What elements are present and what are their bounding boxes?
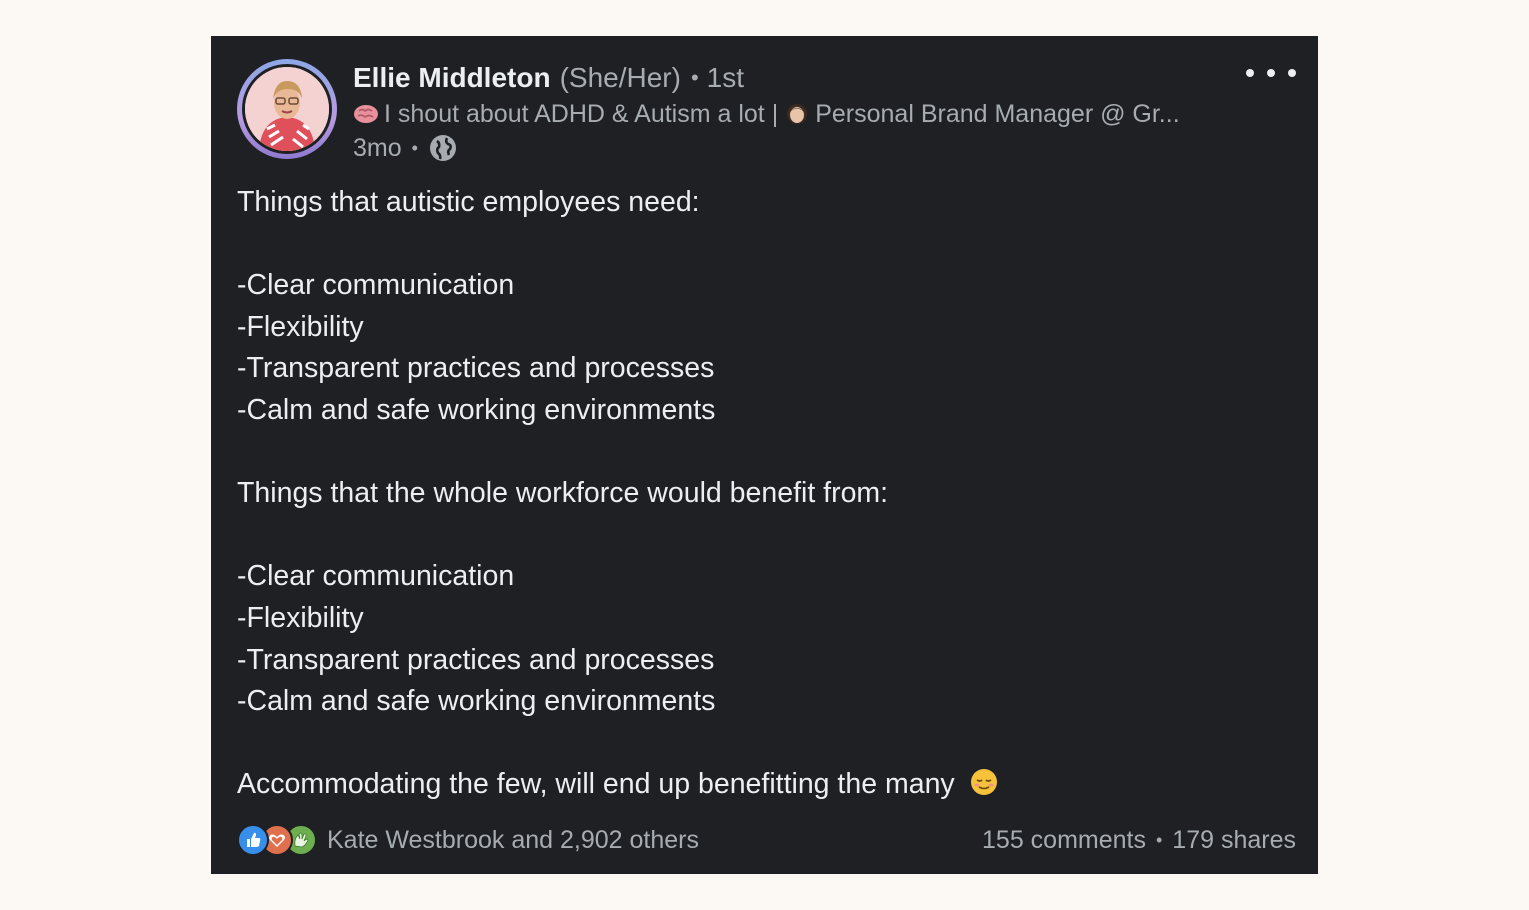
post-line: -Transparent practices and processes [237, 643, 715, 676]
separator-dot: • [411, 137, 418, 158]
author-pronouns: (She/Her) [559, 62, 681, 93]
relieved-face-emoji-icon [970, 769, 997, 796]
reactors-text: Kate Westbrook and 2,902 others [327, 825, 699, 854]
separator-dot: • [690, 65, 699, 90]
post-line [237, 224, 1297, 266]
post-line: -Calm and safe working environments [237, 685, 716, 718]
post-card: Ellie Middleton (She/Her) • 1st I shout … [211, 36, 1318, 874]
post-body: Things that autistic employees need: -Cl… [237, 182, 1297, 806]
post-line: Accommodating the few, will end up benef… [237, 768, 955, 801]
like-icon [237, 824, 269, 856]
post-line: Things that autistic employees need: [237, 186, 700, 218]
brain-emoji-icon [354, 105, 378, 123]
author-line: Ellie Middleton (She/Her) • 1st [353, 58, 744, 98]
more-options-button[interactable] [1246, 62, 1296, 84]
reaction-icons [237, 822, 321, 858]
post-line: -Flexibility [237, 601, 364, 634]
post-line: -Clear communication [237, 269, 515, 302]
connection-degree: 1st [706, 62, 744, 93]
post-line: Things that the whole workforce would be… [237, 477, 889, 510]
post-line [237, 723, 1297, 765]
woman-emoji-icon [787, 104, 808, 124]
avatar-photo [245, 67, 329, 151]
post-line: -Flexibility [237, 310, 364, 343]
shares-count-link[interactable]: 179 shares [1172, 826, 1296, 855]
post-final-line: Accommodating the few, will end up benef… [237, 764, 1297, 806]
post-line [237, 515, 1297, 557]
post-time: 3mo [353, 133, 402, 162]
comments-count-link[interactable]: 155 comments [982, 826, 1146, 855]
reactions-summary[interactable]: Kate Westbrook and 2,902 others [237, 820, 699, 860]
separator-dot: • [1155, 829, 1163, 850]
post-meta: 3mo • [353, 132, 458, 164]
globe-icon [429, 135, 456, 161]
more-dot-icon [1288, 69, 1296, 77]
more-dot-icon [1267, 69, 1275, 77]
avatar-portrait-icon [245, 67, 329, 151]
author-name[interactable]: Ellie Middleton [353, 62, 551, 94]
author-avatar[interactable] [237, 59, 337, 159]
engagement-counts: 155 comments • 179 shares [982, 820, 1296, 860]
post-line: -Transparent practices and processes [237, 352, 715, 385]
headline-role: Personal Brand Manager @ Gr... [815, 99, 1180, 128]
post-line [237, 432, 1297, 474]
post-line: -Clear communication [237, 560, 515, 593]
post-line: -Calm and safe working environments [237, 393, 716, 426]
headline-text: I shout about ADHD & Autism a lot | [384, 99, 779, 128]
author-headline: I shout about ADHD & Autism a lot | Pers… [353, 97, 1233, 131]
more-dot-icon [1246, 69, 1254, 77]
